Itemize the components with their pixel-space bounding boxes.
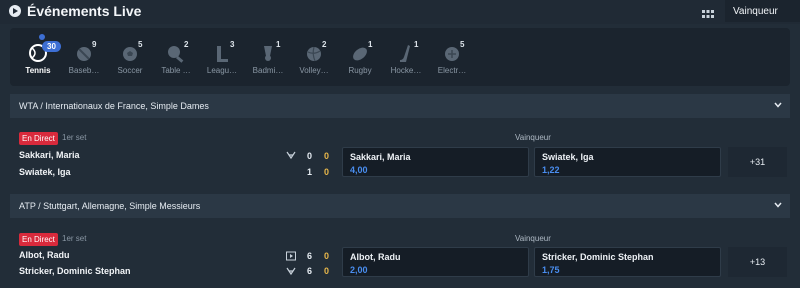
title-wrap: Événements Live [9, 3, 141, 19]
sport-tab-baseball[interactable]: 9 Baseb… [62, 40, 106, 82]
odds-button-away[interactable]: Swiatek, Iga 1,22 [534, 147, 721, 177]
competition-title: ATP / Stuttgart, Allemagne, Simple Messi… [19, 201, 201, 211]
sport-count: 1 [368, 40, 373, 49]
team-away: Swiatek, Iga [19, 167, 71, 177]
sport-tab-table-tennis[interactable]: 2 Table … [154, 40, 198, 82]
sport-count: 5 [460, 40, 465, 49]
odds-selection: Sakkari, Maria [350, 152, 411, 162]
grid-view-icon[interactable] [702, 6, 714, 18]
odds-price: 2,00 [350, 265, 368, 275]
market-type-select[interactable]: Vainqueur [725, 0, 800, 22]
video-stream-icon[interactable] [286, 251, 296, 261]
score-sets: 1 [307, 167, 313, 177]
odds-price: 1,75 [542, 265, 560, 275]
chevron-down-icon[interactable] [774, 102, 782, 108]
sport-label: Electr… [437, 66, 467, 75]
score-points: 0 [324, 251, 330, 261]
competition-header[interactable]: WTA / Internationaux de France, Simple D… [10, 94, 790, 118]
sport-tab-rugby[interactable]: 1 Rugby [338, 40, 382, 82]
sport-label: Hocke… [390, 66, 422, 75]
sport-label: Rugby [348, 66, 372, 75]
score-points: 0 [324, 266, 330, 276]
event-row: En Direct 1er set Vainqueur Sakkari, Mar… [10, 124, 790, 184]
live-badge: En Direct [19, 132, 58, 145]
odds-price: 1,22 [542, 165, 560, 175]
competition-title: WTA / Internationaux de France, Simple D… [19, 101, 209, 111]
sport-tab-volleyball[interactable]: 2 Volley… [292, 40, 336, 82]
sport-count: 30 [42, 41, 61, 52]
event-row: En Direct 1er set Vainqueur Albot, Radu … [10, 224, 790, 284]
score-sets: 0 [307, 151, 313, 161]
team-home: Albot, Radu [19, 250, 70, 260]
sport-count: 2 [184, 40, 189, 49]
score-points: 0 [324, 167, 330, 177]
sport-tab-badminton[interactable]: 1 Badmi… [246, 40, 290, 82]
more-markets-count: +31 [749, 157, 766, 167]
sport-tab-league-of-legends[interactable]: 3 Leagu… [200, 40, 244, 82]
sport-count: 1 [414, 40, 419, 49]
odds-price: 4,00 [350, 165, 368, 175]
team-home: Sakkari, Maria [19, 150, 80, 160]
odds-selection: Swiatek, Iga [542, 152, 594, 162]
odds-button-home[interactable]: Sakkari, Maria 4,00 [342, 147, 529, 177]
period-label: 1er set [62, 133, 87, 142]
active-indicator [39, 34, 45, 40]
sport-tab-hockey[interactable]: 1 Hocke… [384, 40, 428, 82]
market-type-value: Vainqueur [733, 6, 778, 17]
period-label: 1er set [62, 234, 87, 243]
more-markets-count: +13 [749, 257, 766, 267]
odds-button-home[interactable]: Albot, Radu 2,00 [342, 247, 529, 277]
serve-indicator-icon [286, 267, 296, 276]
page-title: Événements Live [27, 3, 142, 19]
live-play-icon [9, 5, 21, 17]
sport-count: 9 [92, 40, 97, 49]
market-label: Vainqueur [515, 234, 551, 243]
live-badge: En Direct [19, 233, 58, 246]
sport-label: Leagu… [206, 66, 238, 75]
sport-label: Tennis [25, 66, 51, 75]
sports-filter-bar: 30 Tennis 9 Baseb… 5 Soccer 2 Table … 3 … [10, 28, 790, 86]
score-sets: 6 [307, 251, 313, 261]
sport-label: Soccer [117, 66, 143, 75]
odds-selection: Stricker, Dominic Stephan [542, 252, 654, 262]
more-markets-button[interactable]: +13 [728, 247, 787, 277]
sport-label: Baseb… [68, 66, 100, 75]
competition-header[interactable]: ATP / Stuttgart, Allemagne, Simple Messi… [10, 194, 790, 218]
sport-count: 1 [276, 40, 281, 49]
sport-label: Table … [161, 66, 191, 75]
sport-tab-tennis[interactable]: 30 Tennis [16, 34, 61, 82]
serve-indicator-icon [286, 151, 296, 160]
top-bar: Événements Live Vainqueur [0, 0, 800, 24]
score-sets: 6 [307, 266, 313, 276]
score-points: 0 [324, 151, 330, 161]
sport-label: Badmi… [252, 66, 284, 75]
chevron-down-icon[interactable] [774, 202, 782, 208]
sport-label: Volley… [299, 66, 329, 75]
odds-selection: Albot, Radu [350, 252, 401, 262]
sport-count: 3 [230, 40, 235, 49]
sport-count: 5 [138, 40, 143, 49]
team-away: Stricker, Dominic Stephan [19, 266, 131, 276]
sport-tab-esports[interactable]: 5 Electr… [430, 40, 474, 82]
more-markets-button[interactable]: +31 [728, 147, 787, 177]
market-label: Vainqueur [515, 133, 551, 142]
odds-button-away[interactable]: Stricker, Dominic Stephan 1,75 [534, 247, 721, 277]
sport-tab-soccer[interactable]: 5 Soccer [108, 40, 152, 82]
sport-count: 2 [322, 40, 327, 49]
